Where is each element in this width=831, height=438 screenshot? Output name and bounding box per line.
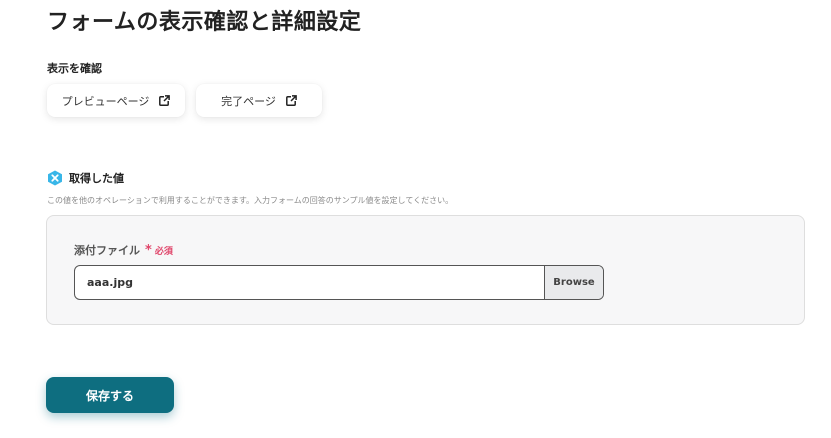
acquired-values-header: 取得した値: [47, 170, 124, 186]
form-settings-page: フォームの表示確認と詳細設定 表示を確認 プレビューページ 完了ページ 取得した…: [0, 0, 831, 438]
value-hexagon-icon: [47, 170, 63, 186]
required-asterisk: *: [145, 242, 152, 258]
sample-values-panel: 添付ファイル * 必須 aaa.jpg Browse: [46, 215, 805, 325]
attachment-file-name[interactable]: aaa.jpg: [75, 266, 544, 299]
completion-page-button[interactable]: 完了ページ: [196, 84, 322, 117]
attachment-field-label: 添付ファイル * 必須: [74, 242, 173, 258]
external-link-icon: [159, 95, 171, 106]
preview-page-button[interactable]: プレビューページ: [47, 84, 185, 117]
preview-page-label: プレビューページ: [61, 94, 150, 108]
display-check-label: 表示を確認: [47, 62, 102, 75]
page-title: フォームの表示確認と詳細設定: [47, 10, 362, 35]
attachment-label-text: 添付ファイル: [74, 244, 140, 257]
required-badge: 必須: [154, 246, 173, 257]
external-link-icon: [285, 95, 297, 106]
acquired-values-description: この値を他のオペレーションで利用することができます。入力フォームの回答のサンプル…: [47, 196, 454, 205]
save-button[interactable]: 保存する: [46, 377, 174, 413]
completion-page-label: 完了ページ: [221, 94, 276, 108]
acquired-values-title: 取得した値: [69, 172, 124, 185]
browse-button[interactable]: Browse: [544, 266, 603, 299]
attachment-file-input[interactable]: aaa.jpg Browse: [74, 265, 604, 300]
